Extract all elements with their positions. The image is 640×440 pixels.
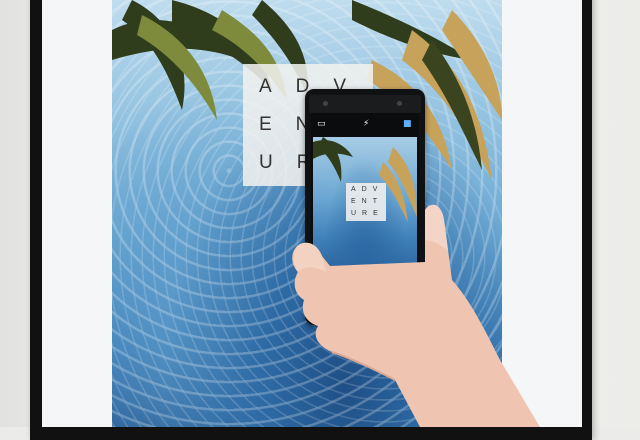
hand <box>292 204 540 427</box>
